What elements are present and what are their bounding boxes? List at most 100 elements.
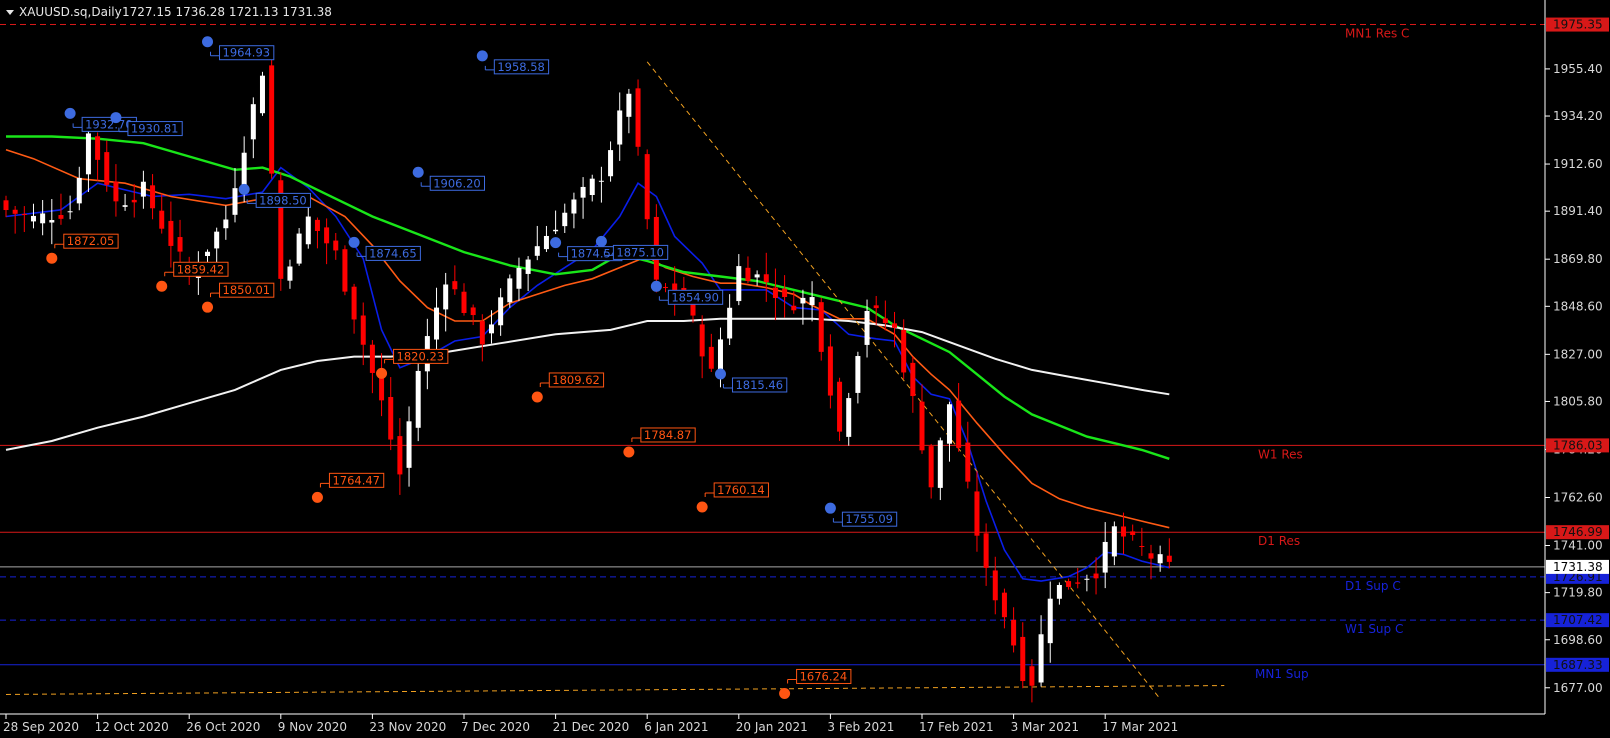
candle-body — [553, 229, 559, 232]
time-tick-label: 17 Feb 2021 — [919, 720, 994, 734]
candle-body — [415, 370, 421, 428]
time-tick-label: 28 Sep 2020 — [3, 720, 79, 734]
candle-body — [846, 398, 852, 437]
candle-body — [983, 533, 989, 568]
swing-high-label: 1932.70 — [85, 117, 133, 131]
candle-body — [754, 274, 760, 278]
swing-low-label: 1760.14 — [717, 483, 765, 497]
candle-body — [30, 215, 36, 222]
candle-body — [727, 307, 733, 339]
swing-low-label: 1820.23 — [397, 349, 445, 363]
candle-body — [1102, 541, 1108, 573]
price-tag-label: 1975.35 — [1553, 18, 1603, 32]
candle-body — [205, 251, 211, 256]
candle-body — [122, 205, 128, 207]
candle-body — [1029, 666, 1035, 686]
price-tick-label: 1698.60 — [1553, 633, 1603, 647]
candle-body — [1066, 581, 1072, 587]
price-chart[interactable]: MN1 Res C W1 Res D1 Res D1 Sup C W1 Sup C MN1… — [0, 0, 1610, 738]
candle-body — [168, 220, 174, 246]
swing-high-label: 1898.50 — [259, 193, 307, 207]
candle-body — [800, 297, 806, 304]
candle-body — [388, 397, 394, 440]
candle-body — [406, 421, 412, 468]
candle-body — [360, 315, 366, 345]
candle-body — [571, 199, 577, 214]
swing-high-dot — [202, 36, 214, 48]
candle-body — [177, 237, 183, 252]
candle-body — [342, 249, 348, 292]
candle-body — [1084, 578, 1090, 580]
candle-body — [1157, 554, 1163, 564]
candle-body — [397, 436, 403, 475]
swing-low-label: 1764.47 — [332, 473, 380, 487]
swing-low-dot — [623, 446, 635, 458]
candle-body — [324, 227, 330, 244]
candle-body — [223, 219, 229, 229]
swing-high-dot — [650, 280, 662, 292]
time-tick-label: 3 Mar 2021 — [1011, 720, 1079, 734]
candle-body — [305, 216, 311, 245]
price-tick-label: 1848.60 — [1553, 299, 1603, 313]
candle-body — [1020, 636, 1026, 682]
price-tag-label: 1746.99 — [1553, 525, 1603, 539]
candle-body — [543, 235, 549, 250]
candle-body — [617, 110, 623, 145]
price-tick-label: 1891.40 — [1553, 204, 1603, 218]
candle-body — [40, 213, 46, 224]
swing-high-label: 1964.93 — [223, 46, 271, 60]
candle-body — [3, 200, 9, 211]
price-tag-label: 1731.38 — [1553, 560, 1603, 574]
swing-high-label: 1958.58 — [497, 60, 545, 74]
candle-body — [928, 446, 934, 488]
price-tick-label: 1827.00 — [1553, 347, 1603, 361]
candle-body — [443, 284, 449, 310]
candle-body — [507, 278, 513, 303]
level-name: MN1 Sup — [1255, 667, 1309, 681]
candle-body — [708, 346, 714, 369]
level-name: MN1 Res C — [1345, 27, 1409, 41]
swing-high-dot — [110, 112, 122, 124]
swing-high-dot — [476, 50, 488, 62]
candle-body — [635, 88, 641, 147]
candle-body — [150, 185, 156, 209]
candle-body — [461, 291, 467, 313]
ohlc-label: 1727.15 1736.28 1721.13 1731.38 — [122, 5, 332, 19]
candle-body — [791, 305, 797, 311]
price-tick-label: 1677.00 — [1553, 681, 1603, 695]
candle-body — [974, 491, 980, 536]
candle-body — [772, 287, 778, 299]
time-tick-label: 26 Oct 2020 — [186, 720, 260, 734]
candle-body — [49, 220, 55, 223]
candle-body — [534, 246, 540, 256]
swing-high-dot — [412, 166, 424, 178]
candle-body — [259, 75, 265, 114]
candle-body — [937, 440, 943, 488]
price-tick-label: 1912.60 — [1553, 157, 1603, 171]
swing-low-dot — [311, 491, 323, 503]
candle-body — [516, 267, 522, 289]
candle-body — [1121, 526, 1127, 537]
candle-body — [85, 133, 91, 175]
candle-body — [104, 152, 110, 185]
candle-body — [434, 307, 440, 340]
swing-high-dot — [348, 236, 360, 248]
candle-body — [892, 323, 898, 328]
candle-body — [855, 356, 861, 393]
swing-high-dot — [824, 502, 836, 514]
candle-body — [479, 321, 485, 345]
candle-body — [214, 231, 220, 249]
candle-body — [745, 267, 751, 281]
candle-body — [159, 210, 165, 229]
swing-high-label: 1906.20 — [433, 176, 481, 190]
swing-high-label: 1874.65 — [369, 246, 417, 260]
price-tick-label: 1741.00 — [1553, 539, 1603, 553]
price-tick-label: 1719.80 — [1553, 586, 1603, 600]
candle-body — [250, 104, 256, 140]
candle-body — [452, 281, 458, 290]
candle-body — [910, 362, 916, 397]
candle-body — [113, 181, 119, 202]
candle-body — [369, 344, 375, 373]
candle-body — [333, 240, 339, 251]
swing-high-label: 1854.90 — [671, 290, 719, 304]
